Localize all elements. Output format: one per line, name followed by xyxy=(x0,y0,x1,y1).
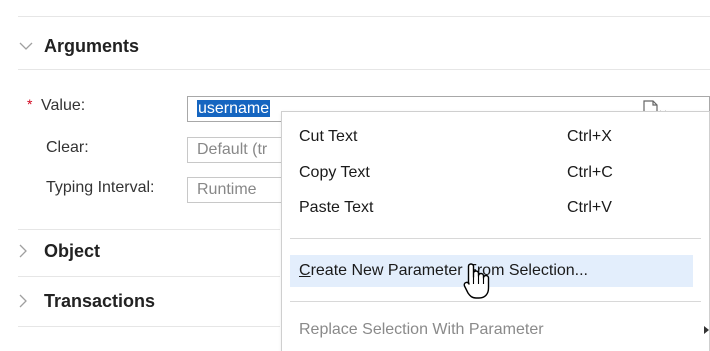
menu-item-cut-text[interactable]: Cut Text Ctrl+X xyxy=(290,122,709,152)
context-menu: Cut Text Ctrl+X Copy Text Ctrl+C Paste T… xyxy=(281,111,710,351)
divider xyxy=(18,16,710,17)
menu-item-label-rest: reate New Parameter From Selection... xyxy=(310,262,588,279)
accelerator-key: C xyxy=(299,262,311,279)
divider xyxy=(18,69,710,70)
page: Arguments * Value: username Clear: Defau… xyxy=(0,0,710,351)
typing-interval-label: Typing Interval: xyxy=(46,179,155,196)
section-header-arguments[interactable]: Arguments xyxy=(18,34,139,58)
menu-item-label: Copy Text xyxy=(299,164,370,181)
menu-item-label: Paste Text xyxy=(299,199,374,216)
shortcut-label: Ctrl+V xyxy=(567,199,612,216)
required-indicator: * xyxy=(27,96,33,112)
menu-item-paste-text[interactable]: Paste Text Ctrl+V xyxy=(290,193,709,223)
clear-field[interactable]: Default (tr xyxy=(187,137,287,163)
typing-interval-field[interactable]: Runtime xyxy=(187,177,287,203)
divider xyxy=(18,229,280,230)
shortcut-label: Ctrl+X xyxy=(567,128,612,145)
submenu-arrow-icon xyxy=(704,326,709,334)
section-title: Arguments xyxy=(44,35,140,56)
menu-item-label: Replace Selection With Parameter xyxy=(299,321,544,338)
hand-pointer-icon xyxy=(462,262,498,302)
chevron-right-icon xyxy=(18,242,44,260)
selected-text[interactable]: username xyxy=(197,100,271,117)
shortcut-label: Ctrl+C xyxy=(567,164,613,181)
menu-item-label: Cut Text xyxy=(299,128,358,145)
divider xyxy=(18,276,280,277)
section-title: Object xyxy=(44,240,101,261)
divider xyxy=(18,326,280,327)
section-title: Transactions xyxy=(44,290,156,311)
chevron-right-icon xyxy=(18,292,44,310)
section-header-object[interactable]: Object xyxy=(18,239,100,263)
value-label: Value: xyxy=(41,97,86,114)
menu-separator xyxy=(290,238,701,239)
clear-label: Clear: xyxy=(46,139,89,156)
menu-item-replace-selection[interactable]: Replace Selection With Parameter xyxy=(290,315,709,345)
menu-item-label: Create New Parameter From Selection... xyxy=(290,262,588,280)
chevron-down-icon xyxy=(18,37,44,55)
section-header-transactions[interactable]: Transactions xyxy=(18,289,155,313)
menu-item-copy-text[interactable]: Copy Text Ctrl+C xyxy=(290,158,709,188)
